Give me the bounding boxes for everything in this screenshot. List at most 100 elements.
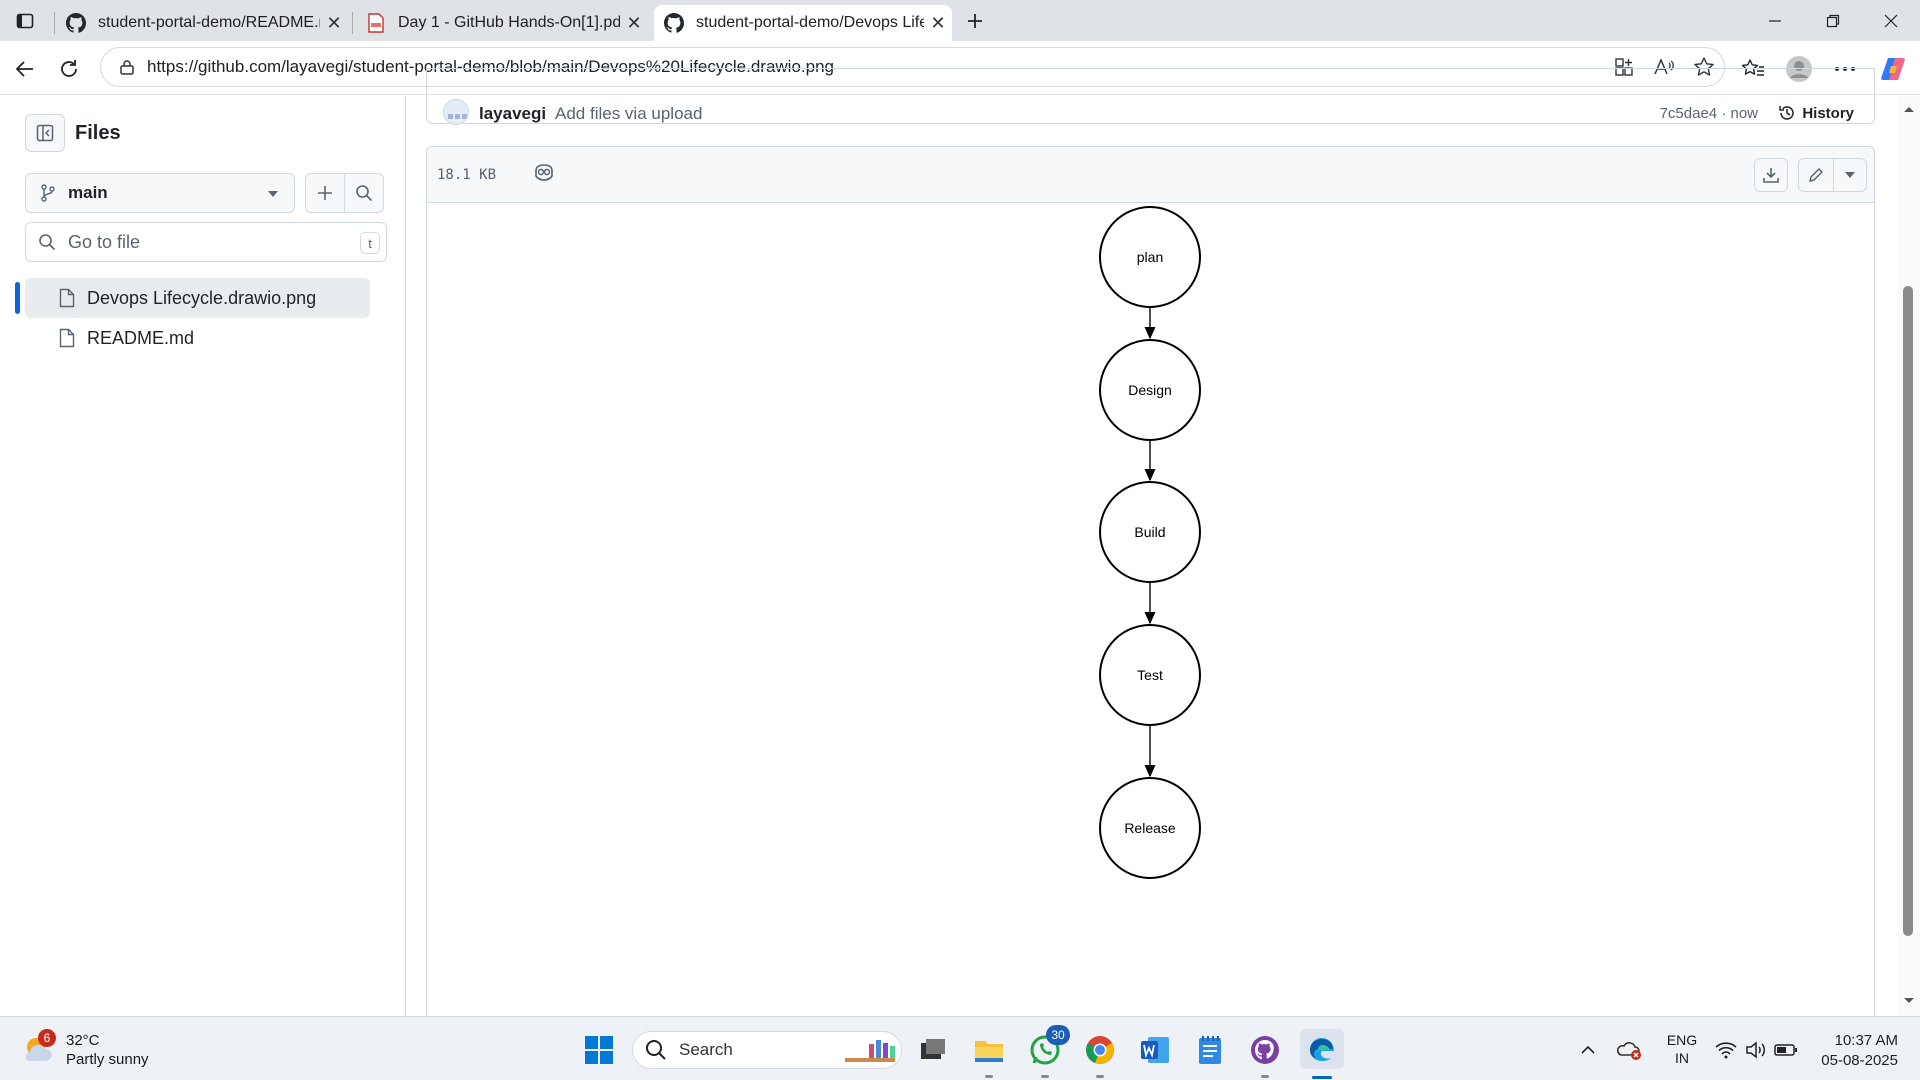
add-file-button[interactable] [305,173,345,213]
history-button[interactable]: History [1778,104,1854,122]
tab-pdf[interactable]: Day 1 - GitHub Hands-On[1].pdf ✕ [356,5,648,41]
search-highlight-icon [845,1040,895,1062]
diagram-node-label: Design [1128,382,1172,398]
file-icon [59,328,75,348]
file-explorer-icon[interactable] [970,1031,1008,1069]
taskbar-search-label: Search [679,1040,733,1059]
weather-condition: Partly sunny [66,1051,149,1068]
sidebar-collapse-icon [36,124,54,142]
tab-devops-lifecycle[interactable]: student-portal-demo/Devops Lifecycle.dra… [654,5,952,41]
file-header: 18.1 KB [427,147,1874,203]
branch-selector[interactable]: main [25,173,295,213]
download-button[interactable] [1754,158,1788,192]
github-file-page: Files main Go to file t Devops Lifecycle… [0,68,1920,1027]
copilot-icon[interactable] [1876,53,1910,85]
temperature: 32°C [66,1032,100,1049]
tab-title: student-portal-demo/Devops Lifecycle.dra… [696,14,924,31]
weather-alert-badge: 6 [38,1029,56,1047]
search-icon [646,1040,666,1060]
tab-actions-icon[interactable] [10,8,40,34]
collapse-sidebar-button[interactable] [25,114,65,152]
go-to-file-input[interactable]: Go to file t [25,222,387,262]
plus-icon [318,186,332,200]
whatsapp-icon[interactable]: 30 [1026,1025,1070,1069]
chevron-down-icon [268,191,278,197]
commit-author-link[interactable]: layavegi [479,104,546,124]
go-to-file-placeholder: Go to file [68,231,141,252]
windows-taskbar: 6 32°C Partly sunny Search 30 ENG IN 10:… [0,1016,1920,1080]
github-desktop-icon[interactable] [1246,1031,1284,1069]
copilot-chat-icon[interactable] [533,163,555,183]
commit-sha-time[interactable]: 7c5dae4 · now [1660,105,1758,122]
restore-icon[interactable] [1804,0,1862,41]
weather-widget[interactable]: 6 32°C Partly sunny [20,1029,149,1069]
tab-readme[interactable]: student-portal-demo/README.md ✕ [56,5,348,41]
close-tab-icon[interactable]: ✕ [320,9,348,37]
edit-file-button[interactable] [1798,158,1834,192]
new-tab-icon[interactable] [960,6,990,36]
edit-options-dropdown[interactable] [1833,158,1867,192]
notepad-icon[interactable] [1191,1031,1229,1069]
minimize-icon[interactable] [1746,0,1804,41]
avatar[interactable] [443,99,469,125]
files-heading: Files [75,122,121,144]
refresh-icon[interactable] [52,53,86,85]
back-icon[interactable] [8,53,42,85]
browser-tab-strip: student-portal-demo/README.md ✕ Day 1 - … [0,0,1920,41]
active-app-indicator [1312,1076,1332,1079]
diagram-node-label: plan [1137,249,1163,265]
edge-icon[interactable] [1300,1029,1344,1069]
close-tab-icon[interactable]: ✕ [620,9,648,37]
windows-start-icon[interactable] [580,1031,618,1069]
show-hidden-icons-chevron-up-icon[interactable] [1574,1031,1602,1069]
onedrive-sync-error-icon[interactable] [1614,1031,1646,1069]
page-scrollbar[interactable] [1898,96,1920,1016]
history-icon [1779,106,1795,120]
file-size: 18.1 KB [437,167,497,183]
battery-icon[interactable] [1772,1031,1800,1069]
pdf-icon [366,13,386,33]
close-tab-icon[interactable]: ✕ [924,9,952,37]
word-icon[interactable] [1136,1031,1174,1069]
volume-icon[interactable] [1742,1031,1770,1069]
close-window-icon[interactable] [1862,0,1920,41]
file-name: README.md [87,327,195,348]
file-viewer: 18.1 KB plan Design Build Test Release [426,146,1875,1027]
commit-message-link[interactable]: Add files via upload [555,104,702,124]
diagram-node-label: Test [1137,667,1163,683]
language-line-1: ENG [1666,1032,1698,1048]
pencil-icon [1809,168,1823,182]
file-icon [59,288,75,308]
latest-commit-bar: layavegi Add files via upload 7c5dae4 · … [426,68,1875,125]
github-icon [664,13,684,33]
partly-sunny-icon: 6 [20,1029,56,1067]
taskbar-search-box[interactable]: Search [632,1031,902,1069]
branch-name: main [68,183,108,202]
chrome-icon[interactable] [1081,1031,1119,1069]
task-view-icon[interactable] [914,1031,952,1069]
input-language-indicator[interactable]: ENG IN [1664,1031,1700,1067]
tab-title: Day 1 - GitHub Hands-On[1].pdf [398,14,620,31]
diagram-node-label: Release [1124,820,1176,836]
search-icon [39,234,56,251]
diagram-node-label: Build [1134,524,1165,540]
search-icon [356,185,373,202]
image-preview: plan Design Build Test Release [427,204,1874,1027]
system-clock[interactable]: 10:37 AM 05-08-2025 [1808,1031,1898,1071]
git-branch-icon [41,184,55,202]
history-label: History [1802,104,1854,122]
scroll-up-icon [1904,107,1914,112]
wifi-icon[interactable] [1712,1031,1740,1069]
scrollbar-thumb[interactable] [1903,286,1913,936]
selected-indicator [15,282,20,314]
file-tree-item-readme[interactable]: README.md [25,318,370,358]
shortcut-key-badge: t [360,232,380,254]
whatsapp-unread-badge: 30 [1046,1025,1070,1045]
search-files-button[interactable] [344,173,384,213]
site-info-icon[interactable] [107,58,147,76]
file-tree-item-devops-lifecycle[interactable]: Devops Lifecycle.drawio.png [25,278,370,318]
tab-title: student-portal-demo/README.md [98,14,320,31]
chevron-down-icon [1845,172,1855,178]
file-name: Devops Lifecycle.drawio.png [87,287,317,308]
devops-lifecycle-diagram: plan Design Build Test Release [1099,206,1201,879]
